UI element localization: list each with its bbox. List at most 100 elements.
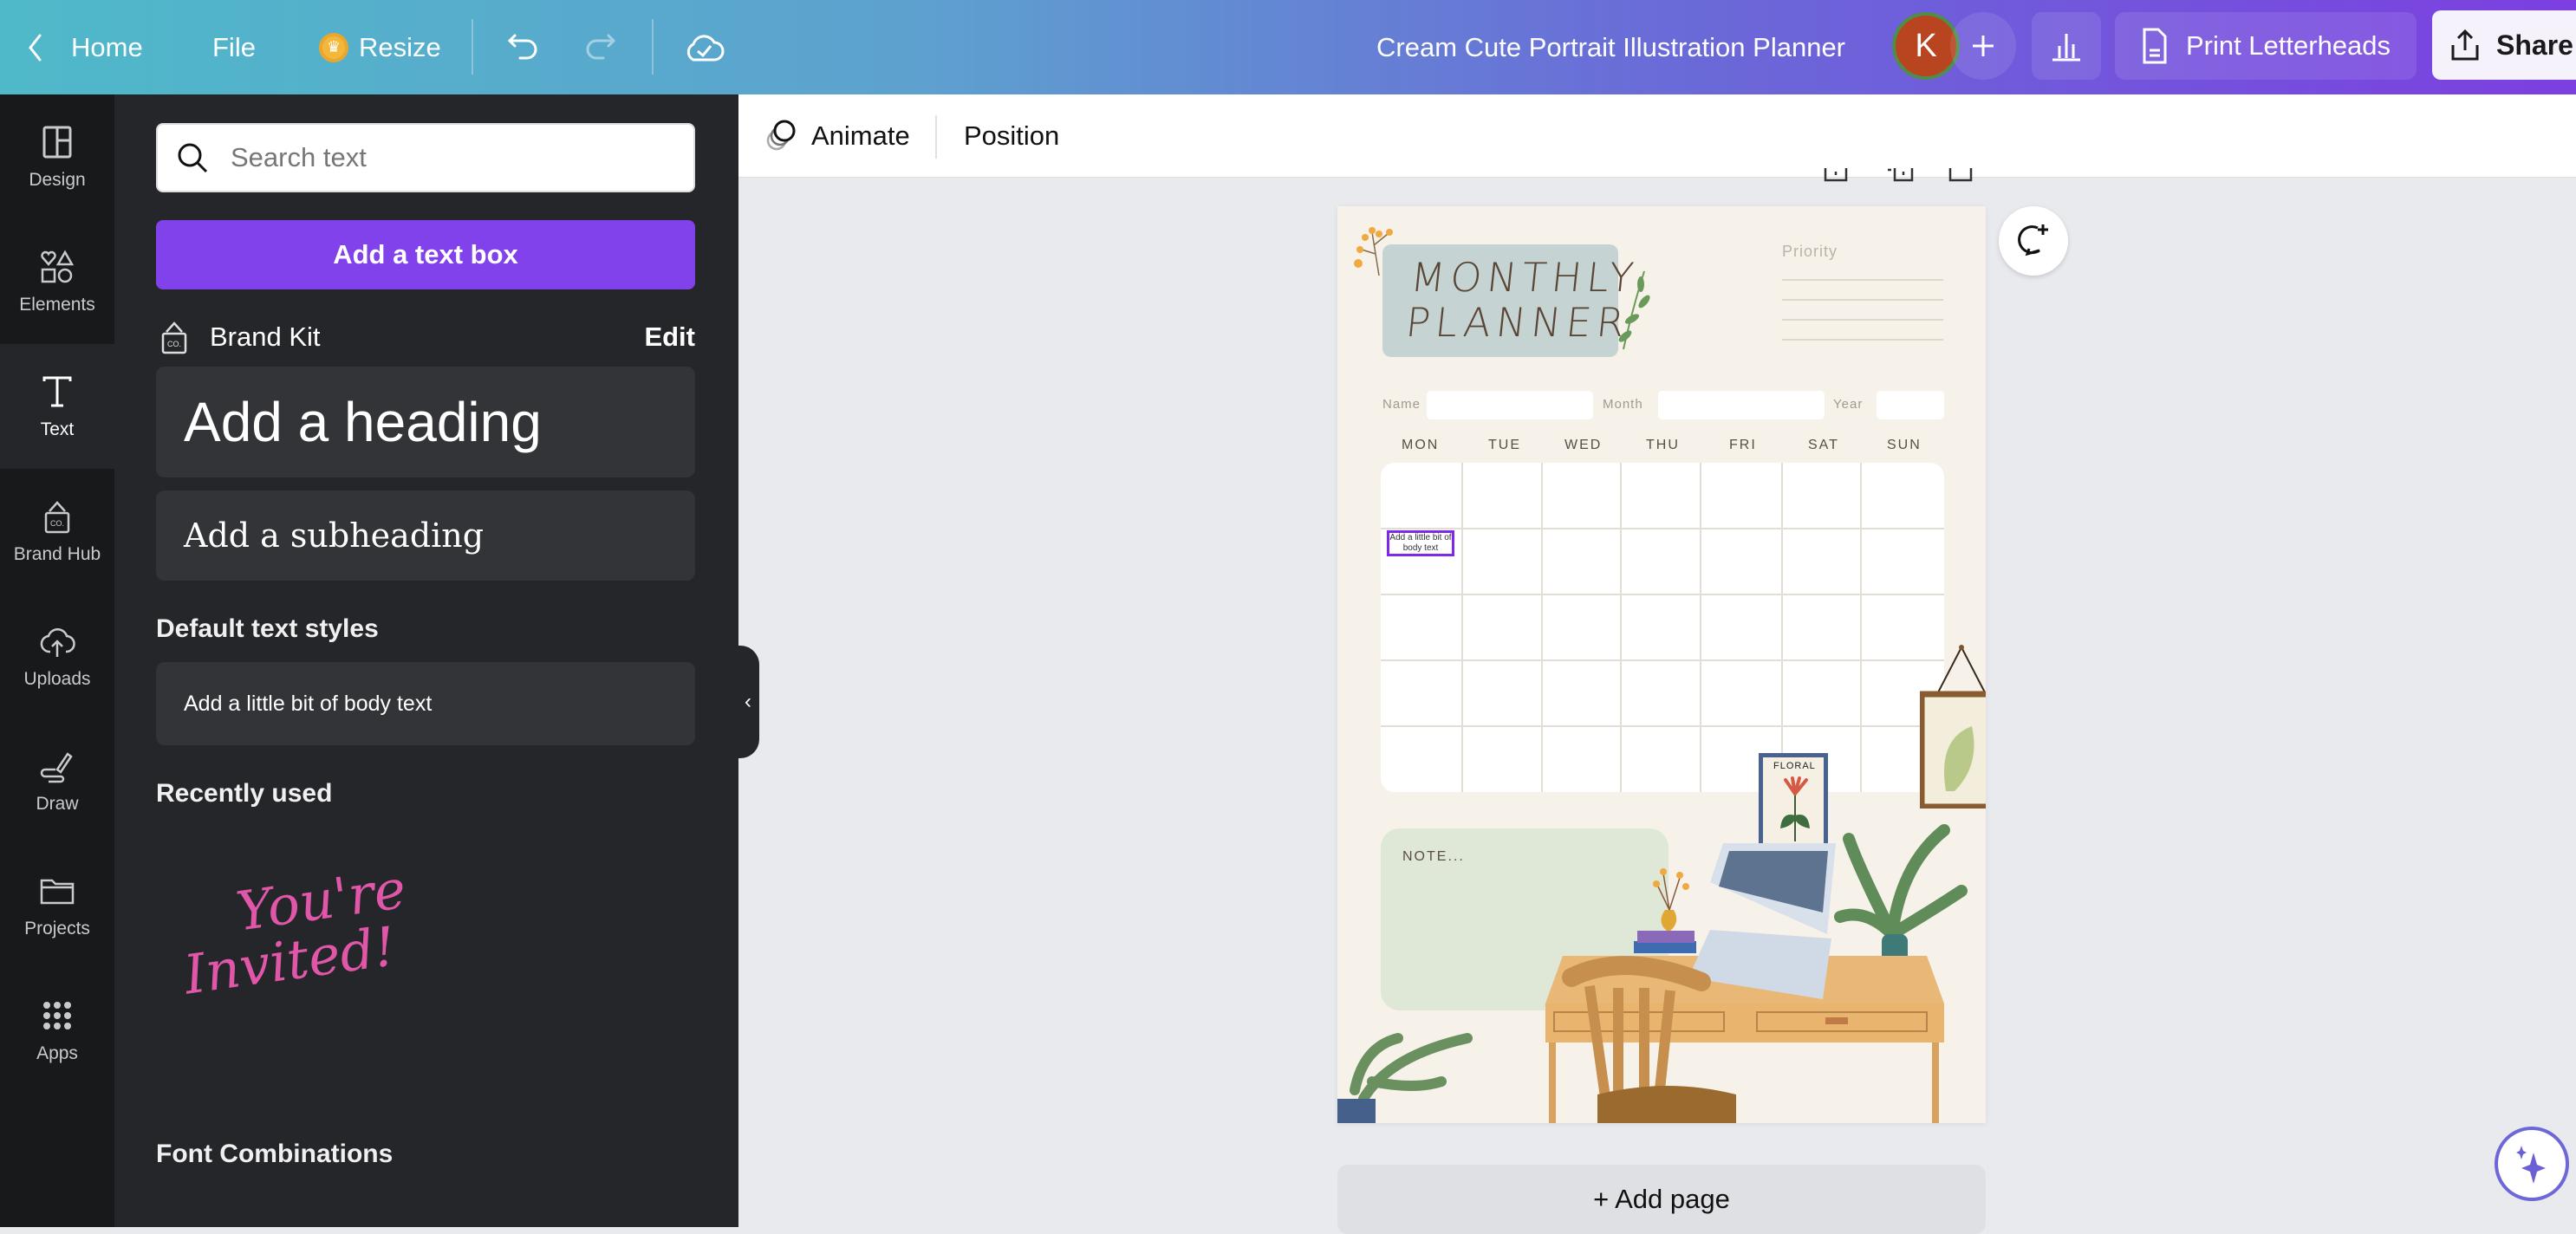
planner-title[interactable]: MONTHLY PLANNER [1403, 254, 1642, 346]
rail-label: Design [29, 170, 86, 190]
lock-icon [1824, 168, 1848, 182]
day-header-sun: SUN [1887, 438, 1922, 452]
top-bar: Home File ♛ Resize Cream Cute Portrait I… [0, 0, 2576, 94]
grid-icon [43, 1002, 71, 1029]
print-label: Print Letterheads [2185, 30, 2391, 61]
text-panel: Add a text box CO. Brand Kit Edit Add a … [114, 94, 738, 1227]
grid-line [1541, 463, 1543, 792]
add-heading-button[interactable]: Add a heading [156, 367, 695, 477]
font-combinations-title: Font Combinations [156, 1140, 394, 1168]
rail-label: Elements [19, 295, 95, 315]
grid-line [1461, 463, 1463, 792]
rail-label: Brand Hub [13, 544, 101, 564]
duplicate-icon [1888, 168, 1914, 182]
calendar-grid [1381, 463, 1944, 792]
rail-item-draw[interactable]: Draw [0, 718, 114, 843]
shapes-icon [41, 250, 75, 283]
rail-item-projects[interactable]: Projects [0, 843, 114, 968]
rail-label: Apps [36, 1043, 78, 1063]
grid-line [1860, 463, 1862, 792]
priority-line [1782, 339, 1943, 341]
recent-text-youre-invited[interactable]: You're Invited! [173, 857, 455, 1065]
recently-used-title: Recently used [156, 779, 333, 808]
grid-line [1781, 463, 1783, 792]
cloud-check-icon [686, 34, 725, 61]
search-input[interactable] [231, 142, 664, 173]
add-text-box-button[interactable]: Add a text box [156, 220, 695, 289]
recent-line-2: Invited! [179, 914, 400, 1007]
title-line-1: MONTHLY [1408, 254, 1642, 301]
position-button[interactable]: Position [964, 94, 1059, 178]
add-comment-button[interactable] [1999, 206, 2068, 276]
rail-item-apps[interactable]: Apps [0, 968, 114, 1093]
redo-button[interactable] [582, 0, 621, 94]
share-button[interactable]: Share [2432, 10, 2576, 80]
resize-label: Resize [359, 31, 441, 62]
analytics-button[interactable] [2032, 12, 2101, 80]
save-status-button[interactable] [683, 0, 725, 94]
file-menu[interactable]: File [212, 0, 256, 94]
day-header-sat: SAT [1808, 438, 1839, 452]
magic-assistant-button[interactable] [2495, 1127, 2569, 1201]
document-title[interactable]: Cream Cute Portrait Illustration Planner [1376, 0, 1845, 94]
print-letterheads-button[interactable]: Print Letterheads [2115, 12, 2417, 80]
brand-kit-label: Brand Kit [210, 321, 321, 352]
day-header-wed: WED [1564, 438, 1603, 452]
year-field[interactable] [1877, 391, 1944, 419]
edit-brand-kit-button[interactable]: Edit [644, 321, 695, 353]
title-line-2: PLANNER [1403, 299, 1632, 346]
home-label: Home [71, 31, 143, 62]
rail-item-text[interactable]: Text [0, 344, 114, 469]
collapse-panel-button[interactable]: ‹ [737, 646, 759, 758]
selected-text-element[interactable]: Add a little bit of body text [1387, 530, 1454, 556]
undo-icon [507, 34, 537, 59]
resize-button[interactable]: ♛ Resize [319, 0, 441, 94]
trash-icon [1948, 168, 1973, 182]
undo-button[interactable] [503, 0, 541, 94]
name-field[interactable] [1427, 391, 1593, 419]
day-header-fri: FRI [1729, 438, 1757, 452]
lock-page-button[interactable] [1824, 165, 1848, 185]
grid-line [1700, 463, 1701, 792]
add-body-text-button[interactable]: Add a little bit of body text [156, 662, 695, 745]
animate-button[interactable]: Animate [764, 94, 910, 178]
search-box[interactable] [156, 123, 695, 192]
context-toolbar: Animate Position [738, 94, 2576, 178]
delete-page-button[interactable] [1948, 165, 1973, 185]
month-field[interactable] [1658, 391, 1825, 419]
animate-label: Animate [811, 120, 910, 151]
green-leaf-icon [1618, 270, 1650, 350]
grid-line [1381, 725, 1944, 727]
desk-scene-illustration [1337, 824, 1968, 1123]
rail-item-brand-hub[interactable]: CO. Brand Hub [0, 469, 114, 594]
add-subheading-button[interactable]: Add a subheading [156, 490, 695, 581]
document-icon [2143, 28, 2167, 64]
duplicate-page-button[interactable] [1886, 165, 1914, 185]
add-page-button[interactable]: + Add page [1337, 1165, 1986, 1234]
brand-kit-row: CO. Brand Kit Edit [156, 307, 695, 367]
rail-item-elements[interactable]: Elements [0, 219, 114, 344]
home-button[interactable]: Home [24, 0, 143, 94]
default-text-styles-title: Default text styles [156, 614, 379, 643]
rail-item-design[interactable]: Design [0, 94, 114, 219]
name-label: Name [1382, 397, 1421, 412]
grid-line [1381, 528, 1944, 529]
priority-line [1782, 279, 1943, 281]
invite-button[interactable] [1950, 12, 2016, 80]
rail-label: Text [40, 419, 75, 439]
layout-icon [42, 126, 72, 159]
folder-icon [40, 879, 75, 905]
svg-text:CO.: CO. [167, 340, 181, 348]
day-header-thu: THU [1646, 438, 1680, 452]
sparkle-icon [2516, 1146, 2546, 1184]
animate-icon [766, 120, 796, 151]
svg-text:CO.: CO. [50, 519, 64, 528]
divider [652, 19, 654, 75]
brand-icon: CO. [161, 321, 187, 354]
design-page[interactable]: MONTHLY PLANNER Priority Name Month Year… [1337, 206, 1986, 1123]
redo-icon [586, 34, 616, 59]
comment-plus-icon [2018, 224, 2048, 257]
rail-item-uploads[interactable]: Uploads [0, 594, 114, 718]
chevron-left-icon: ‹ [745, 690, 751, 713]
cloud-upload-icon [40, 628, 75, 657]
